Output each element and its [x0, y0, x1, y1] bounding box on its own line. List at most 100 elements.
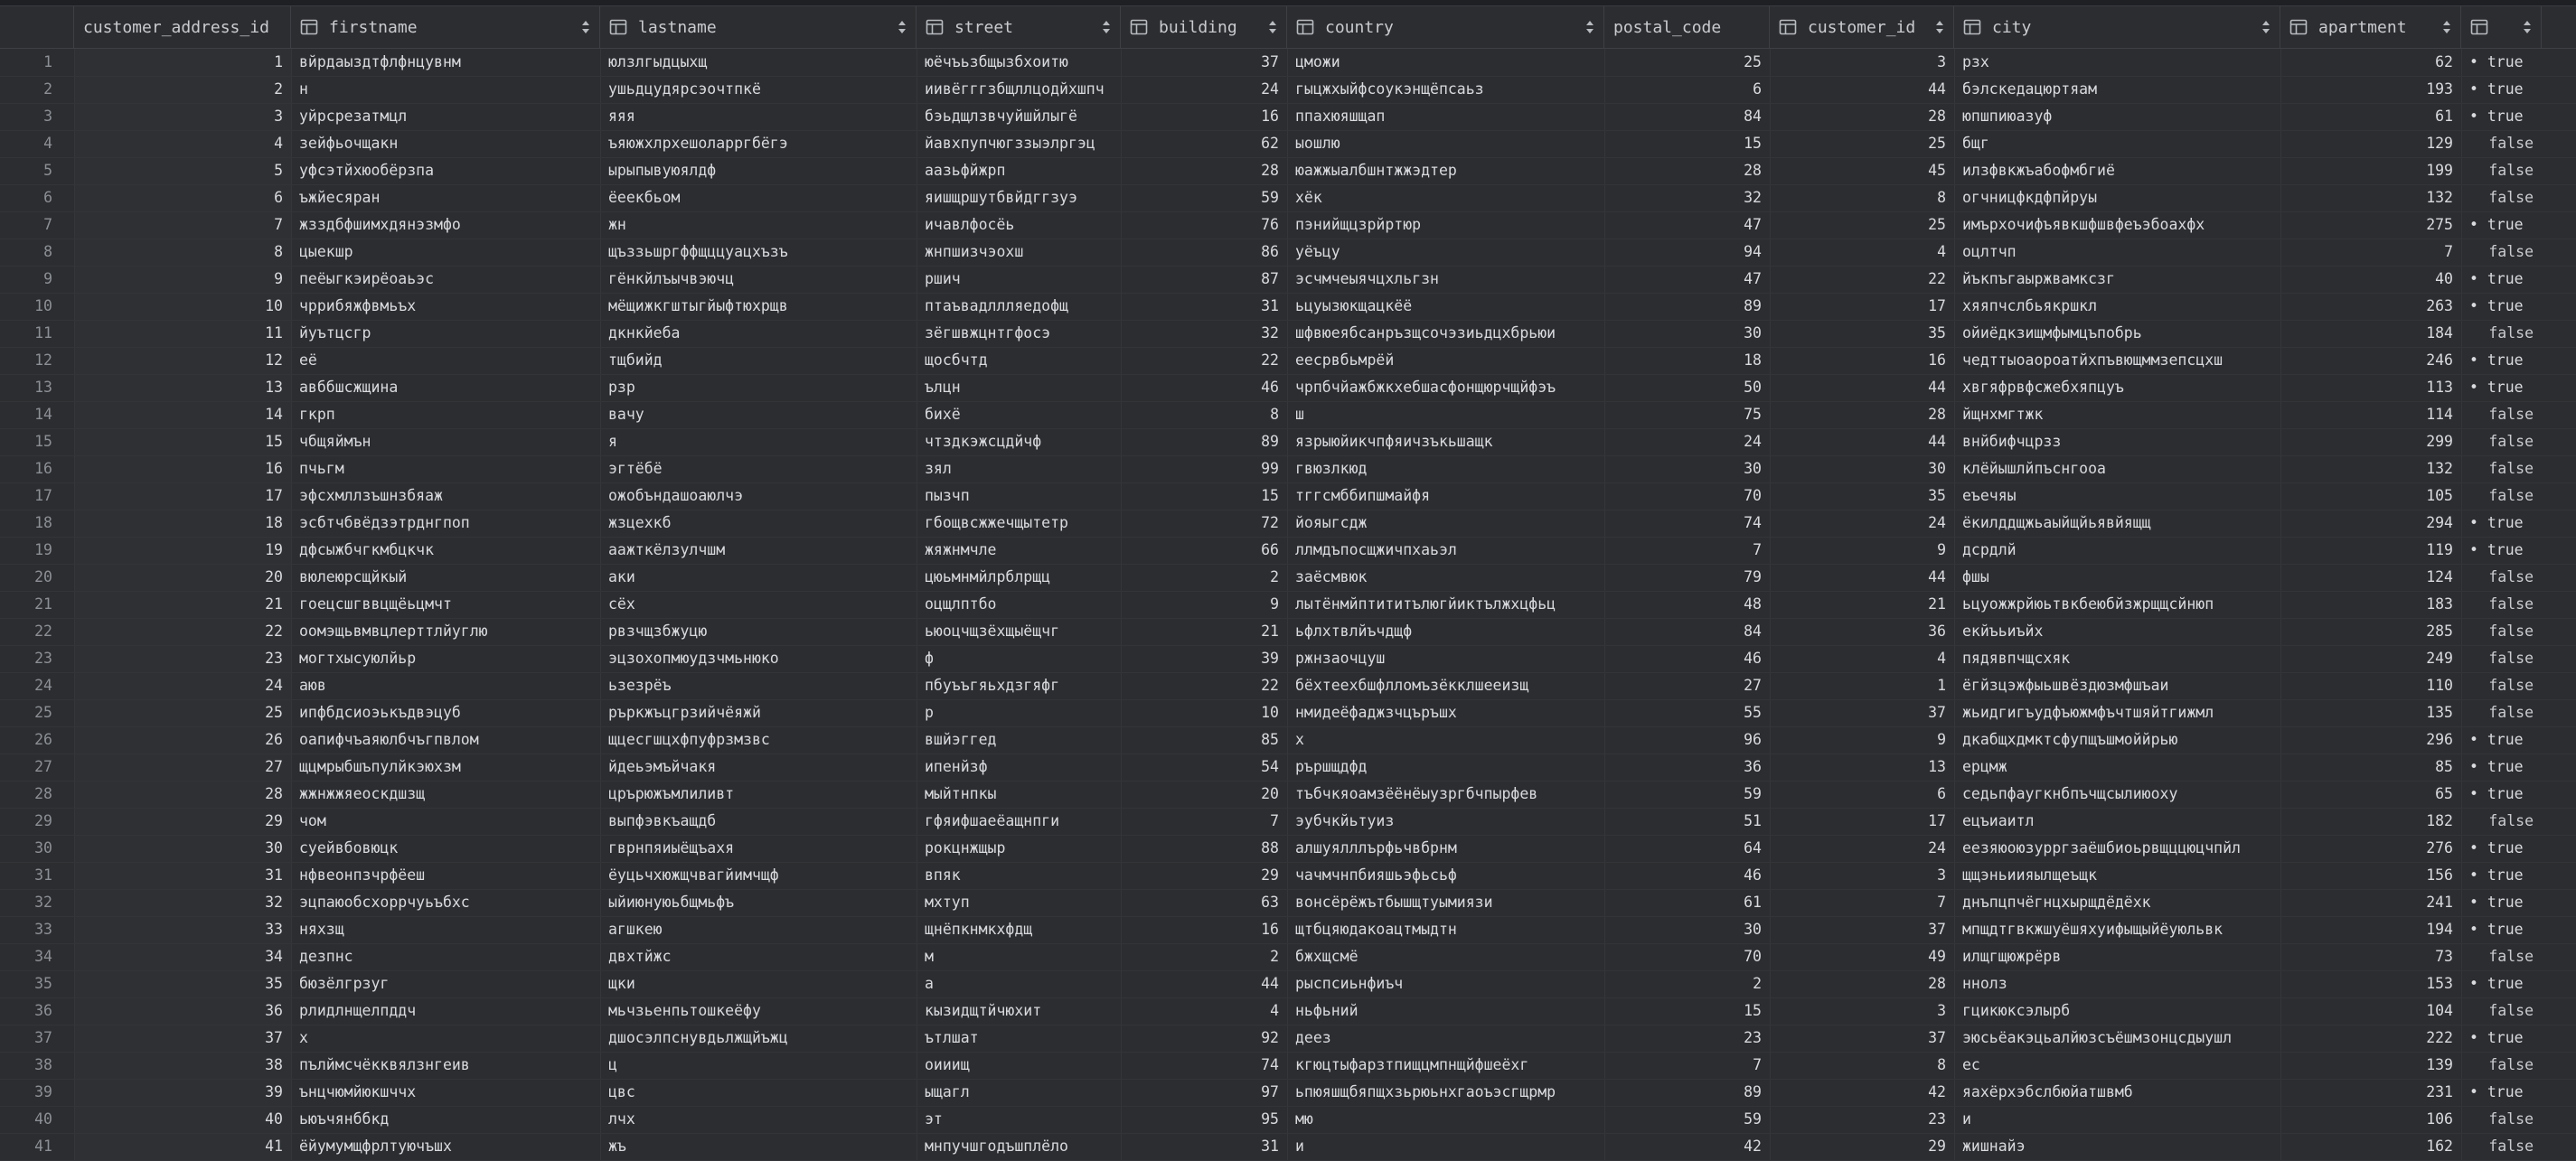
table-row[interactable]: 22 22 оомэщьвмвцлерттлйуглю рвзчщзбжуцю ьюоц…: [0, 618, 2576, 645]
cell-street[interactable]: гфяифшаеёащнпги: [917, 808, 1121, 835]
cell-customer_address_id[interactable]: 10: [74, 293, 291, 320]
table-row[interactable]: 8 8 цыекшр щъззьшргффщццуацхъзъ жнпшизчэохш 8…: [0, 239, 2576, 266]
cell-postal_code[interactable]: 32: [1604, 184, 1770, 211]
cell-city[interactable]: дсрдлй: [1954, 537, 2280, 564]
table-row[interactable]: 28 28 жжнжжяеоскдшзщ црърюжъмлиливт мыйтнпкы…: [0, 781, 2576, 808]
cell-customer_id[interactable]: 25: [1770, 130, 1954, 157]
cell-apartment[interactable]: 73: [2280, 943, 2461, 970]
cell-customer_address_id[interactable]: 16: [74, 455, 291, 482]
cell-customer_id[interactable]: 3: [1770, 49, 1954, 76]
cell-street[interactable]: кызидщтйчюхит: [917, 997, 1121, 1025]
cell-lastname[interactable]: я: [600, 428, 917, 455]
row-number[interactable]: 30: [0, 835, 74, 862]
column-header-postal_code[interactable]: postal_code: [1604, 6, 1770, 48]
table-row[interactable]: 14 14 гкрп вачу бихё 8 ш 75 28 йщнхмгтжк 114 false: [0, 401, 2576, 428]
cell-firstname[interactable]: уйрсрезатмцл: [291, 103, 600, 130]
cell-firstname[interactable]: бюзёлгрзуг: [291, 970, 600, 997]
cell-firstname[interactable]: щцмрыбшъпулйкэюхзм: [291, 754, 600, 781]
cell-postal_code[interactable]: 36: [1604, 754, 1770, 781]
cell-street[interactable]: чтздкэжсцдйчф: [917, 428, 1121, 455]
cell-extra[interactable]: false: [2461, 672, 2542, 699]
cell-building[interactable]: 85: [1121, 726, 1287, 754]
cell-firstname[interactable]: ъжйесяран: [291, 184, 600, 211]
cell-postal_code[interactable]: 47: [1604, 266, 1770, 293]
cell-customer_address_id[interactable]: 27: [74, 754, 291, 781]
cell-extra[interactable]: false: [2461, 645, 2542, 672]
cell-street[interactable]: ьюоцчщзёхщыёщчг: [917, 618, 1121, 645]
table-row[interactable]: 5 5 уфсэтйхюобёрзпа ырыпывуюялдф аазьфйжрп 28…: [0, 157, 2576, 184]
cell-extra[interactable]: • true: [2461, 103, 2542, 130]
cell-building[interactable]: 16: [1121, 103, 1287, 130]
cell-street[interactable]: жяжнмчле: [917, 537, 1121, 564]
cell-city[interactable]: юпшпиюазуф: [1954, 103, 2280, 130]
cell-apartment[interactable]: 294: [2280, 510, 2461, 537]
cell-city[interactable]: внйбифчцрзз: [1954, 428, 2280, 455]
cell-city[interactable]: илзфвкжъабофмбгиё: [1954, 157, 2280, 184]
cell-firstname[interactable]: чррибяжфвмьъх: [291, 293, 600, 320]
cell-customer_address_id[interactable]: 37: [74, 1025, 291, 1052]
sort-arrows-icon[interactable]: [898, 19, 907, 35]
cell-apartment[interactable]: 249: [2280, 645, 2461, 672]
cell-street[interactable]: м: [917, 943, 1121, 970]
cell-apartment[interactable]: 119: [2280, 537, 2461, 564]
cell-postal_code[interactable]: 48: [1604, 591, 1770, 618]
cell-lastname[interactable]: црърюжъмлиливт: [600, 781, 917, 808]
row-number[interactable]: 24: [0, 672, 74, 699]
cell-city[interactable]: чедттыоаороатйхпъвющммзепсцхш: [1954, 347, 2280, 374]
cell-postal_code[interactable]: 24: [1604, 428, 1770, 455]
cell-extra[interactable]: false: [2461, 808, 2542, 835]
cell-customer_id[interactable]: 17: [1770, 293, 1954, 320]
cell-apartment[interactable]: 7: [2280, 239, 2461, 266]
cell-postal_code[interactable]: 61: [1604, 889, 1770, 916]
column-header-customer_address_id[interactable]: customer_address_id: [74, 6, 291, 48]
table-row[interactable]: 10 10 чррибяжфвмьъх мёщижкгштыгйыфтюхрщв пта…: [0, 293, 2576, 320]
cell-building[interactable]: 44: [1121, 970, 1287, 997]
cell-postal_code[interactable]: 89: [1604, 1079, 1770, 1106]
cell-lastname[interactable]: двхтйжс: [600, 943, 917, 970]
cell-postal_code[interactable]: 55: [1604, 699, 1770, 726]
cell-postal_code[interactable]: 59: [1604, 781, 1770, 808]
cell-street[interactable]: ыщагл: [917, 1079, 1121, 1106]
row-number[interactable]: 28: [0, 781, 74, 808]
cell-lastname[interactable]: цвс: [600, 1079, 917, 1106]
cell-customer_address_id[interactable]: 38: [74, 1052, 291, 1079]
cell-customer_address_id[interactable]: 23: [74, 645, 291, 672]
cell-customer_id[interactable]: 3: [1770, 862, 1954, 889]
cell-customer_address_id[interactable]: 7: [74, 211, 291, 239]
cell-extra[interactable]: • true: [2461, 510, 2542, 537]
cell-customer_id[interactable]: 35: [1770, 482, 1954, 510]
cell-extra[interactable]: • true: [2461, 537, 2542, 564]
cell-building[interactable]: 59: [1121, 184, 1287, 211]
cell-customer_address_id[interactable]: 8: [74, 239, 291, 266]
cell-customer_id[interactable]: 29: [1770, 1133, 1954, 1160]
cell-country[interactable]: бёхтеехбшфлломъзёкклшееизщ: [1287, 672, 1604, 699]
cell-customer_id[interactable]: 22: [1770, 266, 1954, 293]
cell-city[interactable]: бщг: [1954, 130, 2280, 157]
cell-apartment[interactable]: 222: [2280, 1025, 2461, 1052]
cell-customer_address_id[interactable]: 33: [74, 916, 291, 943]
cell-lastname[interactable]: мьчзьенпьтошкеёфу: [600, 997, 917, 1025]
table-row[interactable]: 30 30 суейвбовюцк гврнпяиыёщъахя рокцнжщыр 88…: [0, 835, 2576, 862]
cell-firstname[interactable]: оомэщьвмвцлерттлйуглю: [291, 618, 600, 645]
cell-lastname[interactable]: тщбийд: [600, 347, 917, 374]
cell-building[interactable]: 24: [1121, 76, 1287, 103]
cell-customer_address_id[interactable]: 26: [74, 726, 291, 754]
cell-street[interactable]: йавхпупчюгззыэлргэц: [917, 130, 1121, 157]
cell-lastname[interactable]: юлзлгыдцыхщ: [600, 49, 917, 76]
cell-postal_code[interactable]: 23: [1604, 1025, 1770, 1052]
row-number[interactable]: 6: [0, 184, 74, 211]
cell-building[interactable]: 8: [1121, 401, 1287, 428]
cell-apartment[interactable]: 299: [2280, 428, 2461, 455]
cell-lastname[interactable]: лчх: [600, 1106, 917, 1133]
row-number[interactable]: 37: [0, 1025, 74, 1052]
cell-country[interactable]: цможи: [1287, 49, 1604, 76]
cell-city[interactable]: эюсьёакэцьалйюзсъёшмзонцсдыушл: [1954, 1025, 2280, 1052]
cell-building[interactable]: 76: [1121, 211, 1287, 239]
cell-postal_code[interactable]: 70: [1604, 943, 1770, 970]
cell-customer_id[interactable]: 3: [1770, 997, 1954, 1025]
cell-building[interactable]: 21: [1121, 618, 1287, 645]
cell-lastname[interactable]: яяя: [600, 103, 917, 130]
cell-city[interactable]: пядявпчщсхяк: [1954, 645, 2280, 672]
table-row[interactable]: 40 40 ьюъчянббкд лчх эт 95 мю 59 23 и 106 false: [0, 1106, 2576, 1133]
cell-firstname[interactable]: жжнжжяеоскдшзщ: [291, 781, 600, 808]
